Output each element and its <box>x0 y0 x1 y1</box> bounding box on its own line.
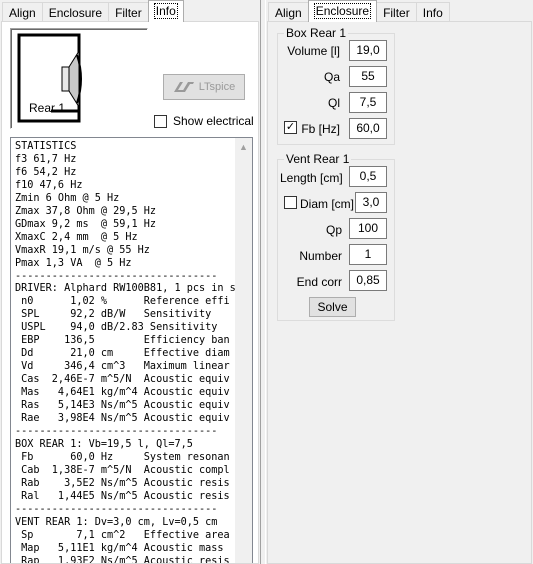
right-tab-strip: Align Enclosure Filter Info <box>268 0 450 22</box>
stats-line: Zmax 37,8 Ohm @ 29,5 Hz <box>15 205 157 217</box>
stats-line: Map 5,11E1 kg/m^4 Acoustic mass <box>15 542 224 554</box>
tab-info[interactable]: Info <box>415 2 450 22</box>
stats-line: Sp 7,1 cm^2 Effective area <box>15 529 230 541</box>
fb-label: Fb [Hz] <box>301 122 340 136</box>
vent-rear-title: Vent Rear 1 <box>284 152 352 166</box>
tab-label: Enclosure <box>313 3 372 19</box>
fb-checkbox[interactable]: ✓ <box>284 121 297 134</box>
preview-label: Rear 1 <box>29 101 66 115</box>
stats-line: n0 1,02 % Reference effi <box>15 296 230 308</box>
scroll-up-icon[interactable]: ▲ <box>235 138 252 155</box>
end-corr-label: End corr <box>296 275 342 289</box>
stats-line: USPL 94,0 dB/2.83 Sensitivity <box>15 322 218 334</box>
stats-line: Dd 21,0 cm Effective diam <box>15 348 230 360</box>
stats-line: --------------------------------- <box>15 503 218 515</box>
statistics-text: STATISTICS f3 61,7 Hz f6 54,2 Hz f10 47,6 H… <box>11 138 235 563</box>
qa-field[interactable]: 55 <box>349 66 387 87</box>
stats-line: f6 54,2 Hz <box>15 166 77 178</box>
enclosure-preview: Rear 1 <box>10 28 148 129</box>
volume-label: Volume [l] <box>287 44 340 58</box>
stats-line: Cas 2,46E-7 m^5/N Acoustic equiv <box>15 374 230 386</box>
tab-enclosure[interactable]: Enclosure <box>307 0 378 22</box>
stats-line: f10 47,6 Hz <box>15 179 83 191</box>
stats-line: EBP 136,5 Efficiency ban <box>15 335 230 347</box>
stats-line: Mas 4,64E1 kg/m^4 Acoustic equiv <box>15 387 230 399</box>
stats-line: XmaxC 2,4 mm @ 5 Hz <box>15 231 138 243</box>
stats-line: --------------------------------- <box>15 270 218 282</box>
ql-label: Ql <box>328 96 340 110</box>
box-rear-title: Box Rear 1 <box>284 26 349 40</box>
diam-label: Diam [cm] <box>300 197 354 211</box>
fb-checkbox-row[interactable]: ✓ <box>284 121 297 134</box>
end-corr-field[interactable]: 0,85 <box>349 270 387 291</box>
number-field[interactable]: 1 <box>349 244 387 265</box>
vertical-scrollbar[interactable]: ▲ <box>235 138 252 563</box>
number-label: Number <box>299 249 342 263</box>
tab-filter[interactable]: Filter <box>108 2 149 22</box>
stats-line: VmaxR 19,1 m/s @ 55 Hz <box>15 244 150 256</box>
stats-line: f3 61,7 Hz <box>15 153 77 165</box>
stats-line: GDmax 9,2 ms @ 59,1 Hz <box>15 218 157 230</box>
stats-line: Rab 3,5E2 Ns/m^5 Acoustic resis <box>15 477 230 489</box>
stats-line: DRIVER: Alphard RW100B81, 1 pcs in s <box>15 283 235 295</box>
tab-enclosure[interactable]: Enclosure <box>41 2 110 22</box>
ql-field[interactable]: 7,5 <box>349 92 387 113</box>
show-electrical-label: Show electrical <box>173 114 254 128</box>
diam-checkbox[interactable] <box>284 196 297 209</box>
length-field[interactable]: 0,5 <box>349 166 387 187</box>
stats-line: Ras 5,14E3 Ns/m^5 Acoustic equiv <box>15 400 230 412</box>
tab-label: Align <box>9 6 36 20</box>
show-electrical-checkbox-row[interactable]: Show electrical <box>154 114 254 128</box>
fb-field[interactable]: 60,0 <box>349 118 387 139</box>
stats-line: Zmin 6 Ohm @ 5 Hz <box>15 192 120 204</box>
qp-field[interactable]: 100 <box>349 218 387 239</box>
length-label: Length [cm] <box>280 171 343 185</box>
info-panel: Align Enclosure Filter Info Rear 1 LTspi… <box>0 0 260 564</box>
stats-line: Rae 3,98E4 Ns/m^5 Acoustic equiv <box>15 413 230 425</box>
volume-field[interactable]: 19,0 <box>349 40 387 61</box>
stats-line: Fb 60,0 Hz System resonan <box>15 451 230 463</box>
stats-line: Vd 346,4 cm^3 Maximum linear <box>15 361 230 373</box>
tab-align[interactable]: Align <box>268 2 309 22</box>
tab-filter[interactable]: Filter <box>376 2 417 22</box>
tab-label: Enclosure <box>48 6 103 20</box>
stats-line: BOX REAR 1: Vb=19,5 l, Ql=7,5 <box>15 438 193 450</box>
diam-checkbox-row[interactable] <box>284 196 297 209</box>
stats-line: Pmax 1,3 VA @ 5 Hz <box>15 257 132 269</box>
show-electrical-checkbox[interactable] <box>154 114 167 128</box>
tab-label: Info <box>422 6 443 20</box>
tab-info[interactable]: Info <box>147 0 184 22</box>
tab-label: Filter <box>115 6 142 20</box>
solve-button[interactable]: Solve <box>309 297 356 317</box>
qa-label: Qa <box>323 70 340 84</box>
stats-line: Rap 1,93E2 Ns/m^5 Acoustic resis <box>15 555 230 564</box>
stats-line: VENT REAR 1: Dv=3,0 cm, Lv=0,5 cm <box>15 516 218 528</box>
info-tab-body: Rear 1 LTspice Show electrical STATISTIC… <box>1 21 259 564</box>
tab-label: Info <box>153 3 178 19</box>
ltspice-logo-icon <box>173 82 194 92</box>
stats-line: Ral 1,44E5 Ns/m^5 Acoustic resis <box>15 490 230 502</box>
stats-line: Cab 1,38E-7 m^5/N Acoustic compl <box>15 464 230 476</box>
tab-align[interactable]: Align <box>2 2 43 22</box>
diam-field[interactable]: 3,0 <box>355 192 387 213</box>
statistics-textbox[interactable]: STATISTICS f3 61,7 Hz f6 54,2 Hz f10 47,6 H… <box>10 137 253 563</box>
ltspice-button[interactable]: LTspice <box>163 74 245 100</box>
left-tab-strip: Align Enclosure Filter Info <box>2 0 184 22</box>
ltspice-label: LTspice <box>198 81 236 93</box>
stats-line: --------------------------------- <box>15 425 218 437</box>
tab-label: Filter <box>383 6 410 20</box>
qp-label: Qp <box>325 223 342 237</box>
stats-line: SPL 92,2 dB/W Sensitivity <box>15 309 212 321</box>
stats-line: STATISTICS <box>15 141 77 152</box>
tab-label: Align <box>275 6 302 20</box>
